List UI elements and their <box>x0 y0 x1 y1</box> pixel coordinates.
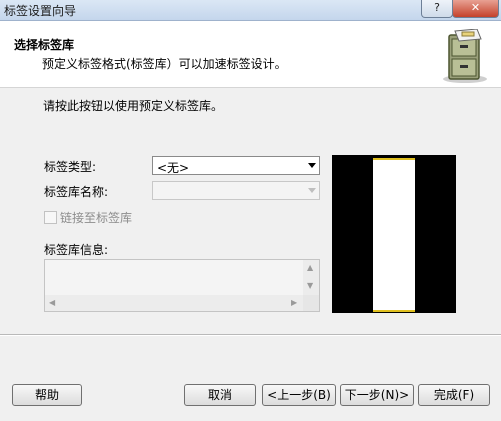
wizard-header: 选择标签库 预定义标签格式(标签库）可以加速标签设计。 <box>0 21 501 88</box>
label-type-label: 标签类型: <box>44 160 97 174</box>
horizontal-scrollbar[interactable]: ◀ ▶ <box>45 295 303 311</box>
close-window-button[interactable]: ✕ <box>452 0 499 18</box>
page-title: 选择标签库 <box>14 38 75 52</box>
scroll-down-icon[interactable]: ▼ <box>307 282 313 290</box>
label-preview-paper <box>373 158 415 312</box>
scroll-left-icon[interactable]: ◀ <box>49 299 55 307</box>
label-type-value: <无> <box>157 161 190 175</box>
instruction-text: 请按此按钮以使用预定义标签库。 <box>43 99 224 113</box>
label-type-select[interactable]: <无> <box>152 156 320 175</box>
scroll-right-icon[interactable]: ▶ <box>291 299 297 307</box>
file-cabinet-icon <box>443 29 487 83</box>
label-preview <box>332 155 456 313</box>
chevron-down-icon <box>308 163 316 168</box>
link-library-checkbox[interactable] <box>44 211 57 224</box>
scroll-up-icon[interactable]: ▲ <box>307 264 313 272</box>
scrollbar-corner <box>303 295 319 311</box>
window-title: 标签设置向导 <box>4 4 77 18</box>
library-name-select[interactable] <box>152 181 320 200</box>
help-button[interactable]: 帮助 <box>12 384 82 406</box>
title-bar: 标签设置向导 ? ✕ <box>0 0 501 21</box>
next-button[interactable]: 下一步(N)> <box>340 384 414 406</box>
back-button[interactable]: <上一步(B) <box>262 384 336 406</box>
chevron-down-icon <box>308 188 316 193</box>
library-info-textarea[interactable]: ▲ ▼ ◀ ▶ <box>44 259 320 312</box>
finish-button[interactable]: 完成(F) <box>418 384 490 406</box>
page-subtitle: 预定义标签格式(标签库）可以加速标签设计。 <box>42 57 287 71</box>
library-info-label: 标签库信息: <box>44 243 109 257</box>
link-library-label: 链接至标签库 <box>60 211 133 225</box>
cancel-button[interactable]: 取消 <box>184 384 256 406</box>
library-name-label: 标签库名称: <box>44 185 109 199</box>
footer-separator <box>0 334 501 336</box>
vertical-scrollbar[interactable]: ▲ ▼ <box>303 260 319 296</box>
help-window-button[interactable]: ? <box>421 0 453 18</box>
